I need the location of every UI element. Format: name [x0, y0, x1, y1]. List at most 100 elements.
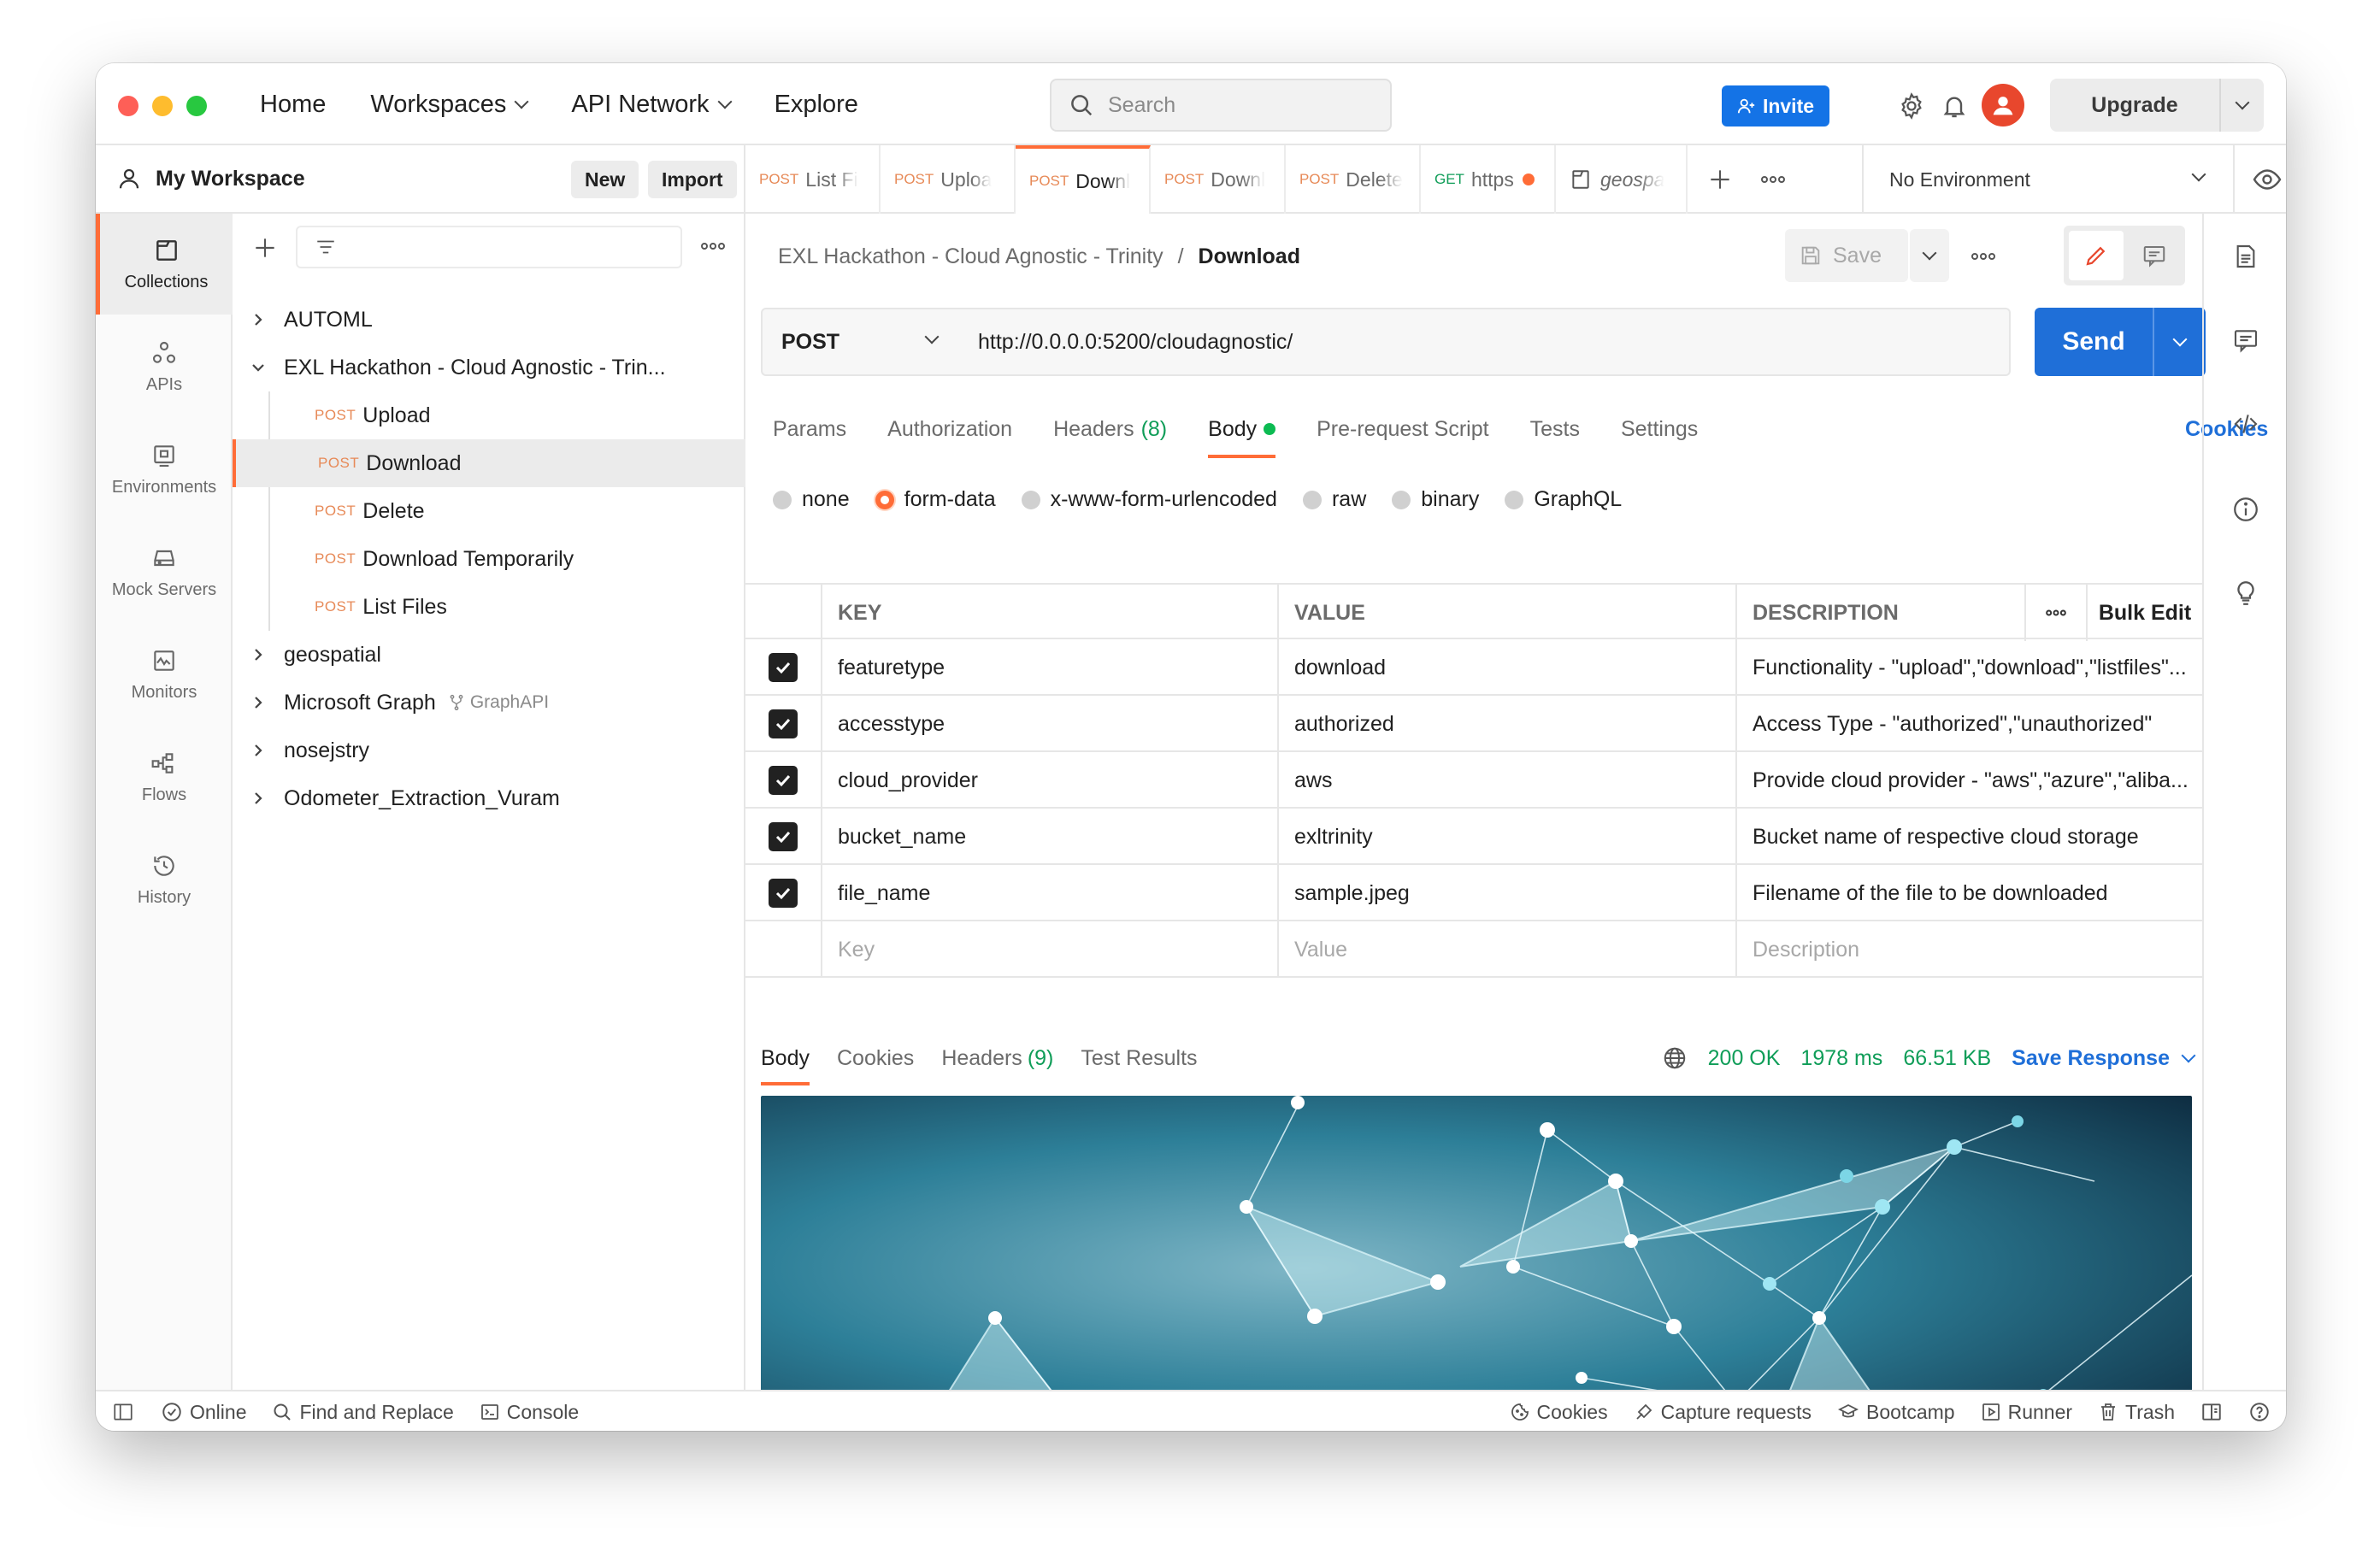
- tab-body[interactable]: Body: [1208, 403, 1276, 458]
- nav-home[interactable]: Home: [260, 85, 326, 123]
- environment-select[interactable]: No Environment: [1862, 145, 2235, 214]
- row-checkbox[interactable]: [769, 709, 798, 738]
- rail-mock-servers[interactable]: Mock Servers: [96, 521, 233, 622]
- request-delete[interactable]: POST Delete: [233, 487, 745, 535]
- collection-geospatial[interactable]: geospatial: [233, 631, 745, 679]
- key-cell[interactable]: accesstype: [822, 696, 1279, 752]
- save-button[interactable]: Save: [1785, 229, 1908, 282]
- value-cell[interactable]: sample.jpeg: [1279, 865, 1737, 921]
- tab-upload[interactable]: POST Uploa: [881, 145, 1016, 214]
- rail-collections[interactable]: Collections: [96, 214, 233, 315]
- environment-quick-look-icon[interactable]: [2252, 164, 2283, 201]
- key-cell[interactable]: featuretype: [822, 639, 1279, 696]
- two-pane-view-icon[interactable]: [2200, 1401, 2223, 1423]
- response-tab-body[interactable]: Body: [761, 1032, 810, 1085]
- status-cookies[interactable]: Cookies: [1510, 1401, 1608, 1424]
- body-type-graphql[interactable]: GraphQL: [1505, 487, 1622, 512]
- comments-icon[interactable]: [2229, 323, 2263, 357]
- rail-environments[interactable]: Environments: [96, 419, 233, 520]
- description-cell[interactable]: Bucket name of respective cloud storage: [1737, 809, 2202, 865]
- tab-headers[interactable]: Headers (8): [1053, 403, 1167, 455]
- row-checkbox[interactable]: [769, 653, 798, 682]
- import-button[interactable]: Import: [648, 161, 737, 198]
- key-cell[interactable]: file_name: [822, 865, 1279, 921]
- add-tab-icon[interactable]: [1706, 166, 1734, 199]
- more-options-icon[interactable]: [699, 236, 727, 262]
- body-type-form-data[interactable]: form-data: [875, 487, 996, 512]
- row-checkbox[interactable]: [769, 822, 798, 851]
- description-cell[interactable]: Functionality - "upload","download","lis…: [1737, 639, 2202, 696]
- collection-automl[interactable]: AUTOML: [233, 296, 745, 344]
- request-download[interactable]: POST Download: [233, 439, 745, 487]
- nav-api-network[interactable]: API Network: [571, 85, 733, 123]
- notification-bell-icon[interactable]: [1937, 89, 1971, 123]
- value-cell[interactable]: authorized: [1279, 696, 1737, 752]
- close-window-button[interactable]: [118, 96, 138, 116]
- row-checkbox[interactable]: [769, 766, 798, 795]
- collection-exl-hackathon[interactable]: EXL Hackathon - Cloud Agnostic - Trin...: [233, 344, 745, 391]
- table-more-icon[interactable]: [2024, 585, 2086, 641]
- tab-settings[interactable]: Settings: [1621, 403, 1698, 455]
- request-list-files[interactable]: POST List Files: [233, 583, 745, 631]
- tab-delete[interactable]: POST Delete: [1286, 145, 1421, 214]
- runner[interactable]: Runner: [1981, 1401, 2072, 1424]
- tab-geospatial[interactable]: geospa: [1556, 145, 1688, 214]
- rail-flows[interactable]: Flows: [96, 727, 233, 827]
- globe-icon[interactable]: [1662, 1045, 1688, 1071]
- code-snippet-icon[interactable]: [2229, 407, 2263, 441]
- method-select[interactable]: POST: [761, 308, 959, 376]
- nav-explore[interactable]: Explore: [775, 85, 858, 123]
- response-tab-test-results[interactable]: Test Results: [1081, 1032, 1197, 1084]
- rail-history[interactable]: History: [96, 829, 233, 930]
- minimize-window-button[interactable]: [152, 96, 173, 116]
- lightbulb-icon[interactable]: [2229, 576, 2263, 610]
- key-cell[interactable]: bucket_name: [822, 809, 1279, 865]
- collection-nosejstry[interactable]: nosejstry: [233, 727, 745, 774]
- edit-icon[interactable]: [2069, 231, 2124, 280]
- comment-icon[interactable]: [2129, 231, 2180, 280]
- tab-authorization[interactable]: Authorization: [887, 403, 1012, 455]
- tab-download-active[interactable]: POST Downl: [1016, 145, 1151, 214]
- find-and-replace[interactable]: Find and Replace: [272, 1401, 454, 1424]
- response-tab-cookies[interactable]: Cookies: [837, 1032, 914, 1084]
- description-cell[interactable]: Filename of the file to be downloaded: [1737, 865, 2202, 921]
- settings-icon[interactable]: [1894, 89, 1929, 123]
- value-cell[interactable]: download: [1279, 639, 1737, 696]
- documentation-icon[interactable]: [2229, 239, 2263, 274]
- request-download-temporarily[interactable]: POST Download Temporarily: [233, 535, 745, 583]
- send-button[interactable]: Send: [2035, 308, 2206, 376]
- toggle-sidebar-icon[interactable]: [111, 1401, 135, 1423]
- row-checkbox[interactable]: [769, 879, 798, 908]
- url-input[interactable]: http://0.0.0.0:5200/cloudagnostic/: [957, 308, 2011, 376]
- add-collection-icon[interactable]: [251, 234, 279, 268]
- description-cell[interactable]: Provide cloud provider - "aws","azure","…: [1737, 752, 2202, 809]
- new-key-input[interactable]: Key: [822, 921, 1279, 978]
- maximize-window-button[interactable]: [186, 96, 207, 116]
- value-cell[interactable]: exltrinity: [1279, 809, 1737, 865]
- breadcrumb-current[interactable]: Download: [1199, 244, 1300, 268]
- bulk-edit-button[interactable]: Bulk Edit: [2086, 585, 2202, 641]
- search-input[interactable]: Search: [1050, 79, 1392, 132]
- tab-list-files[interactable]: POST List Fi: [745, 145, 881, 214]
- collection-filter-input[interactable]: [296, 226, 682, 268]
- value-cell[interactable]: aws: [1279, 752, 1737, 809]
- new-description-input[interactable]: Description: [1737, 921, 2202, 978]
- rail-apis[interactable]: APIs: [96, 316, 233, 417]
- key-cell[interactable]: cloud_provider: [822, 752, 1279, 809]
- breadcrumb-collection[interactable]: EXL Hackathon - Cloud Agnostic - Trinity: [778, 244, 1163, 268]
- save-dropdown[interactable]: [1910, 229, 1949, 282]
- request-more-icon[interactable]: [1970, 246, 1997, 273]
- tab-params[interactable]: Params: [773, 403, 846, 455]
- collection-microsoft-graph[interactable]: Microsoft Graph GraphAPI: [233, 679, 745, 727]
- rail-monitors[interactable]: Monitors: [96, 624, 233, 725]
- console[interactable]: Console: [480, 1401, 579, 1424]
- capture-requests[interactable]: Capture requests: [1634, 1401, 1812, 1424]
- new-button[interactable]: New: [571, 161, 639, 198]
- tab-download[interactable]: POST Downl: [1151, 145, 1286, 214]
- body-type-raw[interactable]: raw: [1302, 487, 1366, 512]
- description-cell[interactable]: Access Type - "authorized","unauthorized…: [1737, 696, 2202, 752]
- tabs-more-icon[interactable]: [1759, 169, 1787, 196]
- response-time[interactable]: 1978 ms: [1800, 1046, 1882, 1071]
- upgrade-dropdown[interactable]: [2219, 79, 2264, 132]
- info-icon[interactable]: [2229, 492, 2263, 527]
